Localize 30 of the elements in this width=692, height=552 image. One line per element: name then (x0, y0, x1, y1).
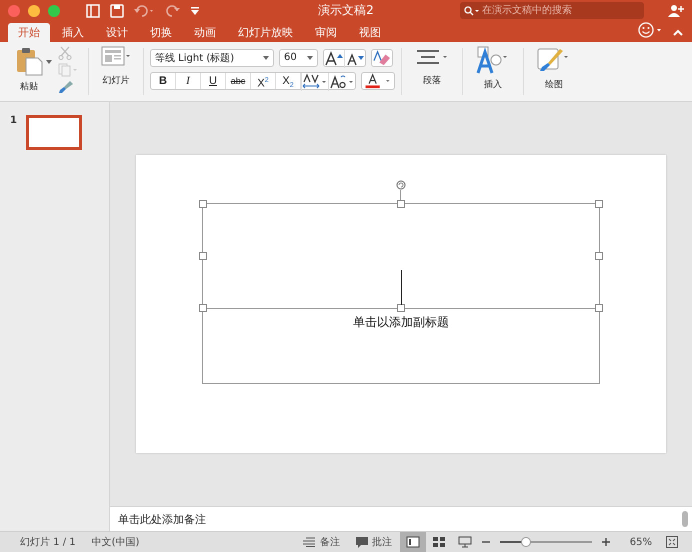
notes-button[interactable]: 备注 (298, 535, 344, 549)
slide-counter: 幻灯片 1 / 1 (20, 536, 76, 549)
ribbon-tab[interactable]: 审阅 (305, 22, 347, 42)
slide-number: 1 (10, 114, 17, 126)
ribbon-tab[interactable]: 动画 (184, 22, 226, 42)
format-button[interactable]: U (201, 72, 226, 89)
ribbon-tab[interactable]: 视图 (349, 22, 391, 42)
ribbon-group-button[interactable]: 段落 (412, 46, 452, 87)
slide-button[interactable]: 幻灯片 (99, 46, 133, 87)
ribbon-tab[interactable]: 幻灯片放映 (228, 22, 303, 42)
ribbon-tab[interactable]: 切换 (140, 22, 182, 42)
ribbon-tab[interactable]: 设计 (96, 22, 138, 42)
window-title: 演示文稿2 (317, 2, 375, 20)
subtitle-text: 单击以添加副标题 (353, 314, 449, 330)
format-button[interactable]: abc (226, 72, 251, 89)
zoom-percentage: 65% (630, 536, 652, 548)
format-button[interactable]: I (176, 72, 201, 89)
comments-button[interactable]: 批注 (352, 535, 396, 549)
format-button[interactable]: X$^{2}$ (251, 72, 276, 89)
search-field[interactable]: 在演示文稿中的搜索 (460, 2, 644, 20)
language-label: 中文(中国) (92, 536, 140, 549)
format-button[interactable]: B (151, 72, 176, 89)
font-name-dropdown[interactable]: 等线 Light (标题) (150, 48, 274, 67)
ribbon-group-button[interactable]: 插入 (473, 46, 513, 91)
font-size-dropdown[interactable]: 60 (279, 48, 318, 67)
format-button[interactable]: X$_{2}$ (276, 72, 301, 89)
paste-button[interactable]: 粘贴 (12, 46, 46, 93)
ribbon-tab[interactable]: 插入 (52, 22, 94, 42)
ribbon-group-button[interactable]: 绘图 (534, 46, 574, 91)
ribbon-tab[interactable]: 开始 (8, 22, 50, 42)
